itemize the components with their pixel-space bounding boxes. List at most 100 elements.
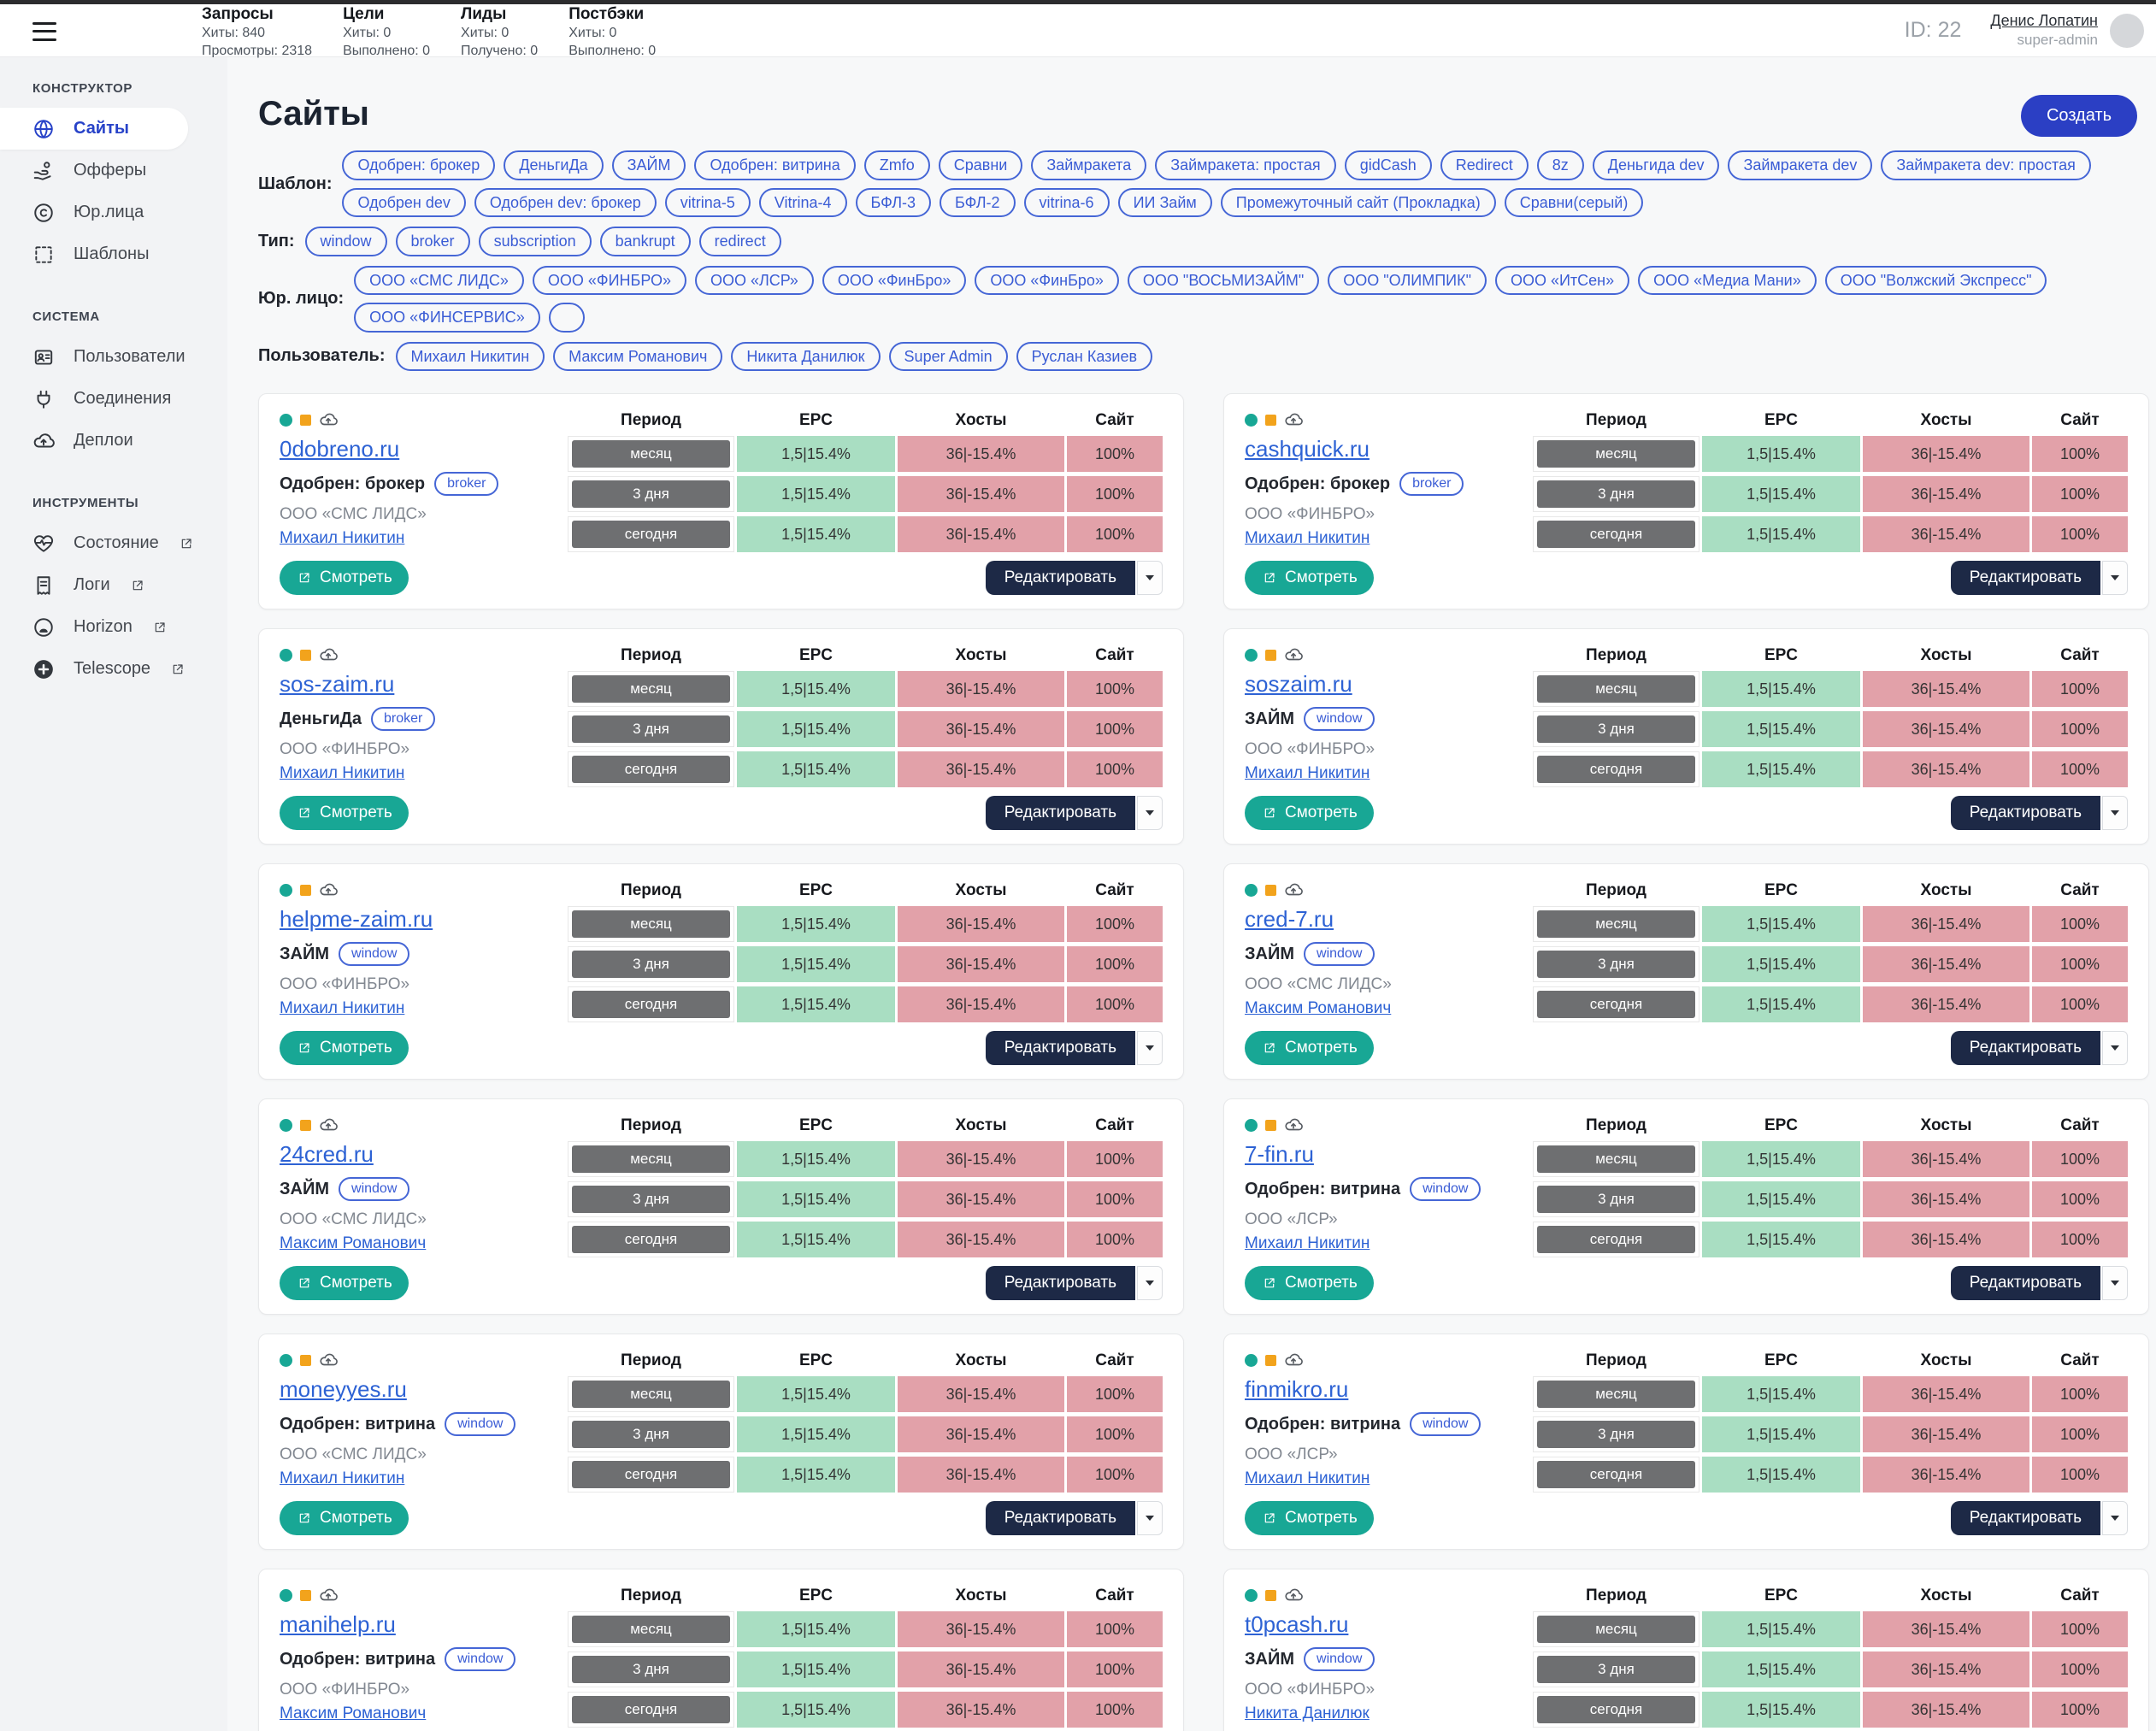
filter-chip[interactable]: Super Admin bbox=[889, 342, 1008, 372]
filter-chip[interactable]: Redirect bbox=[1440, 150, 1529, 180]
sidebar-item-telescope[interactable]: Telescope bbox=[0, 648, 227, 690]
site-link[interactable]: cred-7.ru bbox=[1245, 906, 1334, 933]
edit-button[interactable]: Редактировать bbox=[1951, 1501, 2100, 1535]
edit-button[interactable]: Редактировать bbox=[1951, 796, 2100, 830]
filter-chip[interactable]: Деньгида dev bbox=[1593, 150, 1720, 180]
user-link[interactable]: Михаил Никитин bbox=[280, 1469, 404, 1488]
filter-chip[interactable]: Одобрен dev: брокер bbox=[474, 188, 657, 218]
user-link[interactable]: Михаил Никитин bbox=[280, 764, 404, 783]
user-link[interactable]: Максим Романович bbox=[1245, 999, 1391, 1018]
filter-chip[interactable]: redirect bbox=[699, 227, 781, 256]
site-link[interactable]: 24cred.ru bbox=[280, 1141, 374, 1168]
edit-dropdown-toggle[interactable] bbox=[2102, 1031, 2128, 1065]
filter-chip[interactable]: ДеньгиДа bbox=[504, 150, 603, 180]
edit-dropdown-toggle[interactable] bbox=[1137, 1501, 1163, 1535]
view-button[interactable]: Смотреть bbox=[280, 1501, 409, 1535]
view-button[interactable]: Смотреть bbox=[280, 796, 409, 830]
filter-chip[interactable]: vitrina-6 bbox=[1024, 188, 1110, 218]
sidebar-item-юр-лица[interactable]: Юр.лица bbox=[0, 191, 227, 233]
filter-chip[interactable]: Михаил Никитин bbox=[396, 342, 545, 372]
user-link[interactable]: Михаил Никитин bbox=[1245, 1469, 1370, 1488]
filter-chip[interactable]: ООО «ФинБро» bbox=[822, 266, 967, 296]
filter-chip[interactable]: Одобрен: брокер bbox=[342, 150, 495, 180]
user-link[interactable]: Никита Данилюк bbox=[1245, 1705, 1370, 1723]
sidebar-item-офферы[interactable]: Офферы bbox=[0, 150, 227, 191]
sidebar-item-сайты[interactable]: Сайты bbox=[0, 108, 188, 150]
filter-chip[interactable]: Vitrina-4 bbox=[759, 188, 847, 218]
filter-chip[interactable]: subscription bbox=[479, 227, 592, 256]
edit-button[interactable]: Редактировать bbox=[986, 1501, 1135, 1535]
site-link[interactable]: finmikro.ru bbox=[1245, 1376, 1348, 1403]
sidebar-item-деплои[interactable]: Деплои bbox=[0, 420, 227, 462]
edit-dropdown-toggle[interactable] bbox=[2102, 1501, 2128, 1535]
filter-chip[interactable]: Займракета: простая bbox=[1155, 150, 1335, 180]
edit-dropdown-toggle[interactable] bbox=[2102, 561, 2128, 595]
user-link[interactable]: Михаил Никитин bbox=[1245, 764, 1370, 783]
user-link[interactable]: Михаил Никитин bbox=[280, 529, 404, 548]
filter-chip[interactable]: ООО "Волжский Экспресс" bbox=[1825, 266, 2047, 296]
user-link[interactable]: Максим Романович bbox=[280, 1705, 426, 1723]
sidebar-item-состояние[interactable]: Состояние bbox=[0, 522, 227, 564]
filter-chip[interactable]: Zmfo bbox=[864, 150, 930, 180]
edit-button[interactable]: Редактировать bbox=[1951, 1031, 2100, 1065]
filter-chip[interactable]: ООО «ФИНБРО» bbox=[533, 266, 686, 296]
filter-chip[interactable]: bankrupt bbox=[600, 227, 691, 256]
edit-dropdown-toggle[interactable] bbox=[2102, 796, 2128, 830]
hamburger-menu-button[interactable] bbox=[32, 22, 56, 41]
edit-dropdown-toggle[interactable] bbox=[1137, 1266, 1163, 1300]
user-link[interactable]: Михаил Никитин bbox=[1245, 1234, 1370, 1253]
filter-chip[interactable]: Займракета dev bbox=[1728, 150, 1872, 180]
filter-chip[interactable]: ООО «Медиа Мани» bbox=[1638, 266, 1817, 296]
site-link[interactable]: soszaim.ru bbox=[1245, 671, 1352, 698]
filter-chip[interactable]: Сравни bbox=[939, 150, 1023, 180]
filter-chip[interactable] bbox=[549, 303, 585, 333]
edit-dropdown-toggle[interactable] bbox=[1137, 561, 1163, 595]
filter-chip[interactable]: Сравни(серый) bbox=[1505, 188, 1644, 218]
sidebar-item-соединения[interactable]: Соединения bbox=[0, 378, 227, 420]
filter-chip[interactable]: Займракета bbox=[1031, 150, 1146, 180]
filter-chip[interactable]: Займракета dev: простая bbox=[1881, 150, 2090, 180]
site-link[interactable]: 7-fin.ru bbox=[1245, 1141, 1314, 1168]
site-link[interactable]: cashquick.ru bbox=[1245, 436, 1370, 462]
user-name-link[interactable]: Денис Лопатин bbox=[1990, 12, 2098, 30]
filter-chip[interactable]: ИИ Займ bbox=[1118, 188, 1212, 218]
filter-chip[interactable]: Одобрен dev bbox=[342, 188, 465, 218]
filter-chip[interactable]: БФЛ-3 bbox=[856, 188, 932, 218]
filter-chip[interactable]: broker bbox=[396, 227, 470, 256]
edit-dropdown-toggle[interactable] bbox=[1137, 1031, 1163, 1065]
edit-button[interactable]: Редактировать bbox=[986, 1266, 1135, 1300]
edit-button[interactable]: Редактировать bbox=[1951, 561, 2100, 595]
site-link[interactable]: t0pcash.ru bbox=[1245, 1611, 1348, 1638]
edit-button[interactable]: Редактировать bbox=[986, 561, 1135, 595]
filter-chip[interactable]: ООО «ЛСР» bbox=[695, 266, 814, 296]
view-button[interactable]: Смотреть bbox=[280, 1031, 409, 1065]
filter-chip[interactable]: ООО «СМС ЛИДС» bbox=[354, 266, 524, 296]
edit-button[interactable]: Редактировать bbox=[1951, 1266, 2100, 1300]
view-button[interactable]: Смотреть bbox=[280, 561, 409, 595]
filter-chip[interactable]: Никита Данилюк bbox=[731, 342, 880, 372]
filter-chip[interactable]: ЗАЙМ bbox=[612, 150, 686, 180]
filter-chip[interactable]: БФЛ-2 bbox=[940, 188, 1016, 218]
filter-chip[interactable]: window bbox=[305, 227, 387, 256]
filter-chip[interactable]: ООО «ИтСен» bbox=[1495, 266, 1629, 296]
site-link[interactable]: 0dobreno.ru bbox=[280, 436, 399, 462]
user-link[interactable]: Максим Романович bbox=[280, 1234, 426, 1253]
filter-chip[interactable]: Максим Романович bbox=[553, 342, 722, 372]
filter-chip[interactable]: ООО «ФинБро» bbox=[975, 266, 1119, 296]
sidebar-item-пользователи[interactable]: Пользователи bbox=[0, 336, 227, 378]
site-link[interactable]: manihelp.ru bbox=[280, 1611, 396, 1638]
user-link[interactable]: Михаил Никитин bbox=[1245, 529, 1370, 548]
view-button[interactable]: Смотреть bbox=[1245, 1266, 1374, 1300]
edit-dropdown-toggle[interactable] bbox=[2102, 1266, 2128, 1300]
sidebar-item-логи[interactable]: Логи bbox=[0, 564, 227, 606]
view-button[interactable]: Смотреть bbox=[1245, 561, 1374, 595]
view-button[interactable]: Смотреть bbox=[1245, 796, 1374, 830]
filter-chip[interactable]: Руслан Казиев bbox=[1016, 342, 1152, 372]
user-link[interactable]: Михаил Никитин bbox=[280, 999, 404, 1018]
sidebar-item-шаблоны[interactable]: Шаблоны bbox=[0, 233, 227, 275]
filter-chip[interactable]: gidCash bbox=[1345, 150, 1432, 180]
sidebar-item-horizon[interactable]: Horizon bbox=[0, 606, 227, 648]
avatar[interactable] bbox=[2110, 14, 2144, 48]
site-link[interactable]: moneyyes.ru bbox=[280, 1376, 407, 1403]
view-button[interactable]: Смотреть bbox=[1245, 1031, 1374, 1065]
